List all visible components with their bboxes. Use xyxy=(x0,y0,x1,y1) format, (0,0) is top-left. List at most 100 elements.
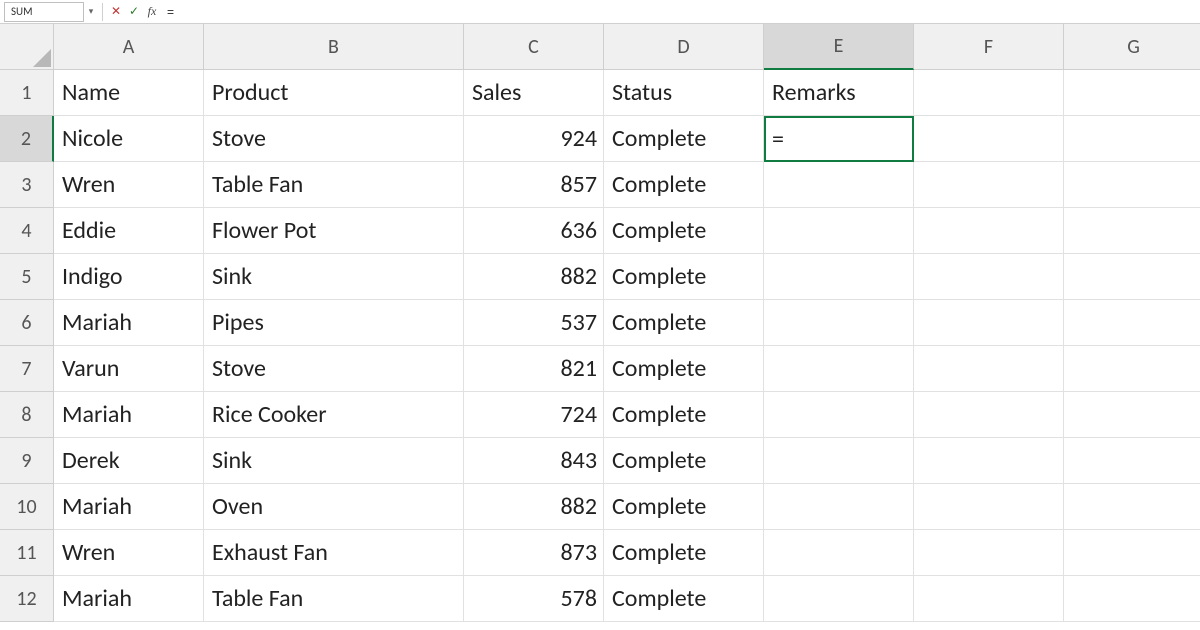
row-header-3[interactable]: 3 xyxy=(0,162,54,208)
cell-G8[interactable] xyxy=(1064,392,1200,438)
cell-G4[interactable] xyxy=(1064,208,1200,254)
cell-G1[interactable] xyxy=(1064,70,1200,116)
cell-E10[interactable] xyxy=(764,484,914,530)
cell-G6[interactable] xyxy=(1064,300,1200,346)
cell-B9[interactable]: Sink xyxy=(204,438,464,484)
cell-F4[interactable] xyxy=(914,208,1064,254)
cell-F6[interactable] xyxy=(914,300,1064,346)
row-header-10[interactable]: 10 xyxy=(0,484,54,530)
col-header-A[interactable]: A xyxy=(54,24,204,70)
cell-F11[interactable] xyxy=(914,530,1064,576)
cell-D1[interactable]: Status xyxy=(604,70,764,116)
cell-D2[interactable]: Complete xyxy=(604,116,764,162)
cell-G7[interactable] xyxy=(1064,346,1200,392)
select-all-corner[interactable] xyxy=(0,24,54,70)
cell-F12[interactable] xyxy=(914,576,1064,622)
cell-B11[interactable]: Exhaust Fan xyxy=(204,530,464,576)
formula-input[interactable] xyxy=(161,2,1200,22)
cell-F3[interactable] xyxy=(914,162,1064,208)
fx-icon[interactable]: fx xyxy=(143,3,161,21)
cell-C9[interactable]: 843 xyxy=(464,438,604,484)
row-header-1[interactable]: 1 xyxy=(0,70,54,116)
cell-E5[interactable] xyxy=(764,254,914,300)
cell-C10[interactable]: 882 xyxy=(464,484,604,530)
cell-F8[interactable] xyxy=(914,392,1064,438)
cell-A4[interactable]: Eddie xyxy=(54,208,204,254)
cell-D8[interactable]: Complete xyxy=(604,392,764,438)
col-header-D[interactable]: D xyxy=(604,24,764,70)
row-header-9[interactable]: 9 xyxy=(0,438,54,484)
cell-F2[interactable] xyxy=(914,116,1064,162)
cell-D3[interactable]: Complete xyxy=(604,162,764,208)
cell-D11[interactable]: Complete xyxy=(604,530,764,576)
cell-G5[interactable] xyxy=(1064,254,1200,300)
chevron-down-icon[interactable]: ▾ xyxy=(84,6,98,17)
cell-D10[interactable]: Complete xyxy=(604,484,764,530)
row-header-2[interactable]: 2 xyxy=(0,116,54,162)
cell-B6[interactable]: Pipes xyxy=(204,300,464,346)
cell-B7[interactable]: Stove xyxy=(204,346,464,392)
cell-G2[interactable] xyxy=(1064,116,1200,162)
cell-E7[interactable] xyxy=(764,346,914,392)
confirm-icon[interactable]: ✓ xyxy=(125,3,143,21)
cell-E3[interactable] xyxy=(764,162,914,208)
row-header-12[interactable]: 12 xyxy=(0,576,54,622)
cell-F10[interactable] xyxy=(914,484,1064,530)
cell-A2[interactable]: Nicole xyxy=(54,116,204,162)
col-header-B[interactable]: B xyxy=(204,24,464,70)
cell-B3[interactable]: Table Fan xyxy=(204,162,464,208)
cell-C2[interactable]: 924 xyxy=(464,116,604,162)
cell-D7[interactable]: Complete xyxy=(604,346,764,392)
row-header-5[interactable]: 5 xyxy=(0,254,54,300)
cell-F1[interactable] xyxy=(914,70,1064,116)
cell-D9[interactable]: Complete xyxy=(604,438,764,484)
cell-C11[interactable]: 873 xyxy=(464,530,604,576)
cell-G11[interactable] xyxy=(1064,530,1200,576)
cell-B10[interactable]: Oven xyxy=(204,484,464,530)
cell-A5[interactable]: Indigo xyxy=(54,254,204,300)
cell-A11[interactable]: Wren xyxy=(54,530,204,576)
col-header-G[interactable]: G xyxy=(1064,24,1200,70)
cell-E1[interactable]: Remarks xyxy=(764,70,914,116)
cell-A7[interactable]: Varun xyxy=(54,346,204,392)
cell-C12[interactable]: 578 xyxy=(464,576,604,622)
cell-F5[interactable] xyxy=(914,254,1064,300)
cell-A10[interactable]: Mariah xyxy=(54,484,204,530)
cell-D5[interactable]: Complete xyxy=(604,254,764,300)
cell-E11[interactable] xyxy=(764,530,914,576)
cell-C8[interactable]: 724 xyxy=(464,392,604,438)
col-header-E[interactable]: E xyxy=(764,24,914,70)
cell-A1[interactable]: Name xyxy=(54,70,204,116)
cell-F7[interactable] xyxy=(914,346,1064,392)
col-header-C[interactable]: C xyxy=(464,24,604,70)
cell-E8[interactable] xyxy=(764,392,914,438)
cell-C5[interactable]: 882 xyxy=(464,254,604,300)
col-header-F[interactable]: F xyxy=(914,24,1064,70)
cancel-icon[interactable]: ✕ xyxy=(107,3,125,21)
row-header-8[interactable]: 8 xyxy=(0,392,54,438)
row-header-4[interactable]: 4 xyxy=(0,208,54,254)
cell-B5[interactable]: Sink xyxy=(204,254,464,300)
cell-C4[interactable]: 636 xyxy=(464,208,604,254)
cell-G9[interactable] xyxy=(1064,438,1200,484)
cell-A6[interactable]: Mariah xyxy=(54,300,204,346)
cell-A9[interactable]: Derek xyxy=(54,438,204,484)
cell-C1[interactable]: Sales xyxy=(464,70,604,116)
cell-C6[interactable]: 537 xyxy=(464,300,604,346)
cell-D6[interactable]: Complete xyxy=(604,300,764,346)
name-box[interactable]: SUM xyxy=(4,2,84,22)
cell-B4[interactable]: Flower Pot xyxy=(204,208,464,254)
row-header-6[interactable]: 6 xyxy=(0,300,54,346)
row-header-7[interactable]: 7 xyxy=(0,346,54,392)
cell-E4[interactable] xyxy=(764,208,914,254)
cell-D12[interactable]: Complete xyxy=(604,576,764,622)
cell-G10[interactable] xyxy=(1064,484,1200,530)
cell-B8[interactable]: Rice Cooker xyxy=(204,392,464,438)
cell-C7[interactable]: 821 xyxy=(464,346,604,392)
cell-E9[interactable] xyxy=(764,438,914,484)
cell-E2[interactable]: = xyxy=(764,116,914,162)
cell-E12[interactable] xyxy=(764,576,914,622)
cell-D4[interactable]: Complete xyxy=(604,208,764,254)
cell-A12[interactable]: Mariah xyxy=(54,576,204,622)
cell-G3[interactable] xyxy=(1064,162,1200,208)
